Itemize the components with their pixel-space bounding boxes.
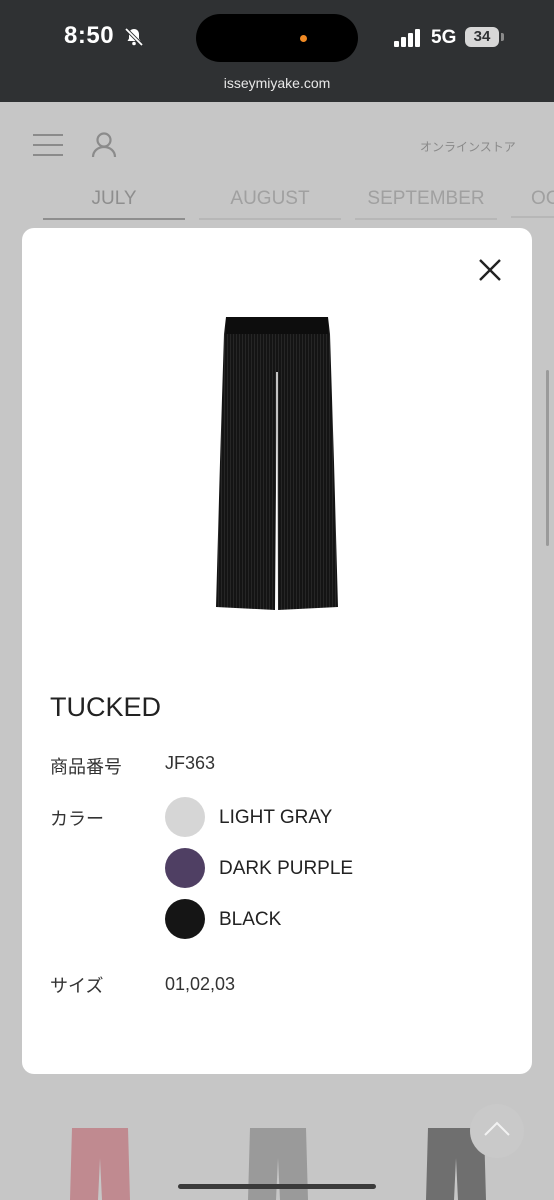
product-number-value: JF363 xyxy=(165,753,216,773)
battery-cap xyxy=(501,33,504,41)
color-label: カラー xyxy=(50,809,104,829)
color-name-black: BLACK xyxy=(219,909,282,930)
home-indicator[interactable] xyxy=(178,1184,376,1189)
color-name-light-gray: LIGHT GRAY xyxy=(219,807,333,828)
signal-icon xyxy=(394,29,420,47)
tab-august[interactable]: AUGUST xyxy=(199,188,341,220)
tab-september[interactable]: SEPTEMBER xyxy=(355,188,497,220)
swatch-black xyxy=(165,899,205,939)
online-store-link[interactable]: オンラインストア xyxy=(420,138,516,155)
clock: 8:50 xyxy=(64,22,115,49)
product-image xyxy=(216,317,338,610)
scroll-to-top-button[interactable] xyxy=(470,1104,524,1158)
battery-icon: 34 xyxy=(465,27,499,47)
swatch-dark-purple xyxy=(165,848,205,888)
product-number-label: 商品番号 xyxy=(50,757,122,777)
dynamic-island xyxy=(196,14,358,62)
network-type: 5G xyxy=(431,27,457,48)
color-name-dark-purple: DARK PURPLE xyxy=(219,858,354,879)
product-thumbnail[interactable] xyxy=(68,1128,132,1200)
user-icon[interactable] xyxy=(90,131,118,159)
address-bar-url[interactable]: isseymiyake.com xyxy=(0,75,554,91)
close-icon[interactable] xyxy=(476,256,504,284)
product-modal: TUCKED 商品番号 JF363 カラー LIGHT GRAY DARK PU… xyxy=(22,228,532,1074)
chevron-up-icon xyxy=(484,1121,510,1136)
tab-october[interactable]: OC xyxy=(511,188,554,218)
product-thumbnail[interactable] xyxy=(246,1128,310,1200)
tab-july[interactable]: JULY xyxy=(43,188,185,220)
bell-muted-icon xyxy=(124,27,144,47)
scrollbar[interactable] xyxy=(546,370,549,546)
hamburger-icon[interactable] xyxy=(33,134,63,156)
status-bar: 8:50 5G 34 isseymiyake.com xyxy=(0,0,554,102)
swatch-light-gray xyxy=(165,797,205,837)
size-label: サイズ xyxy=(50,976,104,996)
product-name: TUCKED xyxy=(50,692,162,722)
size-value: 01,02,03 xyxy=(165,974,236,994)
privacy-indicator xyxy=(300,35,307,42)
